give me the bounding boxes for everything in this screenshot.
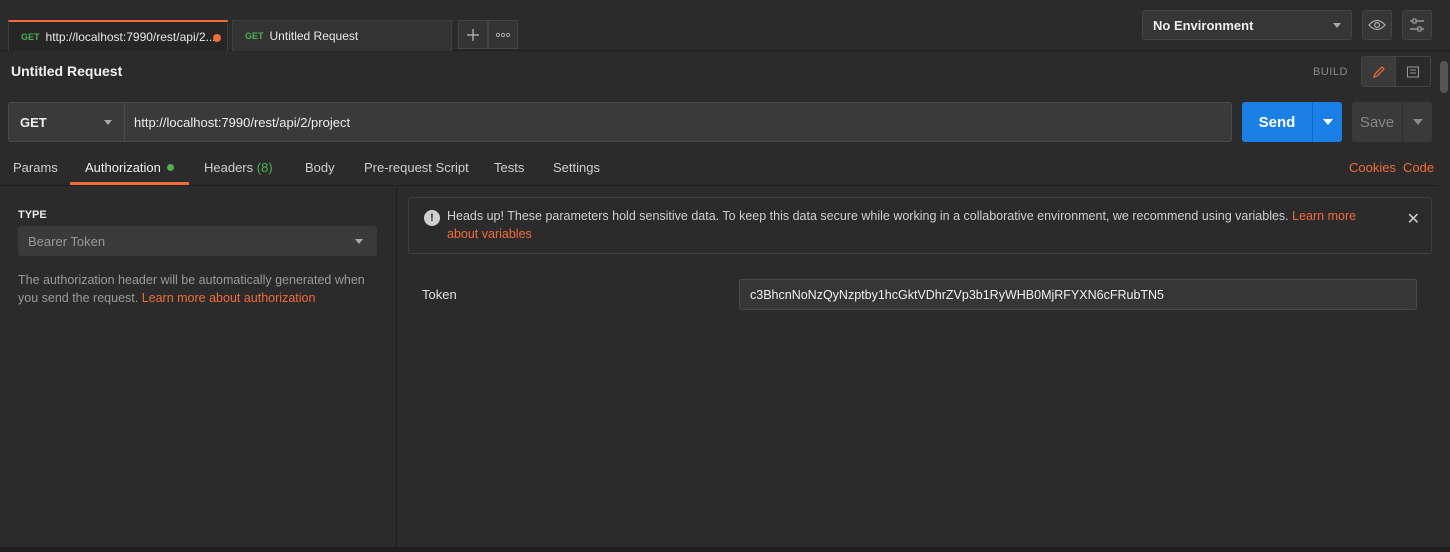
save-button[interactable]: Save [1352, 102, 1432, 142]
tab-method: GET [21, 31, 40, 42]
save-label: Save [1359, 113, 1395, 131]
scrollbar-thumb[interactable] [1440, 61, 1448, 93]
notice-text: Heads up! These parameters hold sensitiv… [447, 209, 1293, 223]
code-link[interactable]: Code [1403, 160, 1434, 175]
sensitive-data-notice: ! Heads up! These parameters hold sensit… [408, 197, 1432, 254]
more-icon [495, 32, 511, 37]
tab-body[interactable]: Body [305, 160, 335, 175]
send-label: Send [1258, 113, 1296, 131]
tab-settings[interactable]: Settings [553, 160, 600, 175]
active-tab-underline [70, 182, 189, 185]
chevron-down-icon [1412, 119, 1423, 125]
mode-label: BUILD [1313, 66, 1348, 78]
send-options-button[interactable] [1312, 102, 1342, 142]
new-tab-button[interactable] [458, 20, 488, 49]
environment-quick-look-button[interactable] [1362, 10, 1392, 40]
token-input[interactable] [739, 279, 1417, 310]
tab-options-button[interactable] [488, 20, 518, 49]
document-icon [1407, 66, 1419, 77]
learn-more-authorization-link[interactable]: Learn more about authorization [142, 291, 316, 305]
request-tab-2[interactable]: GET Untitled Request [232, 20, 452, 51]
save-options-button[interactable] [1402, 102, 1432, 142]
tab-headers-label: Headers [204, 160, 254, 175]
browse-mode-button[interactable] [1396, 57, 1430, 86]
token-label: Token [422, 287, 457, 302]
tab-method: GET [245, 31, 264, 41]
tab-label: http://localhost:7990/rest/api/2... [45, 29, 216, 44]
tab-label: Untitled Request [269, 29, 359, 43]
active-indicator-icon [166, 164, 174, 171]
cookies-link[interactable]: Cookies [1349, 160, 1396, 175]
eye-icon [1368, 19, 1386, 31]
notice-text-block: Heads up! These parameters hold sensitiv… [447, 207, 1377, 243]
sliders-icon [1410, 18, 1424, 32]
environment-value: No Environment [1153, 17, 1254, 33]
plus-icon [467, 28, 479, 41]
bottom-divider [0, 547, 1450, 552]
auth-type-select[interactable]: Bearer Token [18, 226, 377, 256]
request-section-tabs: Params Authorization Headers (8) Body Pr… [0, 150, 1450, 186]
tab-headers[interactable]: Headers (8) [204, 160, 273, 175]
mode-toggle [1361, 56, 1431, 87]
tab-prerequest-script[interactable]: Pre-request Script [364, 160, 469, 175]
request-tab-bar: GET http://localhost:7990/rest/api/2... … [0, 0, 1450, 51]
build-mode-button[interactable] [1362, 57, 1397, 86]
url-input[interactable] [124, 102, 1232, 142]
request-title[interactable]: Untitled Request [11, 63, 122, 79]
tab-tests[interactable]: Tests [494, 160, 524, 175]
http-method-select[interactable]: GET [8, 102, 124, 142]
send-button[interactable]: Send [1242, 102, 1342, 142]
tab-authorization-label: Authorization [85, 160, 161, 175]
tab-params[interactable]: Params [13, 160, 58, 175]
auth-type-value: Bearer Token [28, 233, 106, 249]
chevron-down-icon [1333, 23, 1341, 28]
pencil-icon [1372, 65, 1385, 78]
manage-environments-button[interactable] [1402, 10, 1432, 40]
auth-description: The authorization header will be automat… [18, 271, 378, 307]
request-tab-1[interactable]: GET http://localhost:7990/rest/api/2... [8, 20, 228, 51]
headers-count: (8) [256, 160, 273, 175]
scrollbar[interactable] [1438, 55, 1450, 547]
unsaved-dot-icon [213, 34, 221, 42]
info-icon: ! [424, 210, 440, 226]
chevron-down-icon [104, 120, 112, 125]
environment-select[interactable]: No Environment [1142, 10, 1352, 40]
chevron-down-icon [355, 239, 363, 244]
auth-type-label: TYPE [18, 209, 47, 221]
close-icon[interactable]: ✕ [1407, 209, 1420, 229]
http-method-value: GET [20, 114, 47, 130]
tab-authorization[interactable]: Authorization [85, 160, 174, 175]
chevron-down-icon [1322, 119, 1333, 125]
